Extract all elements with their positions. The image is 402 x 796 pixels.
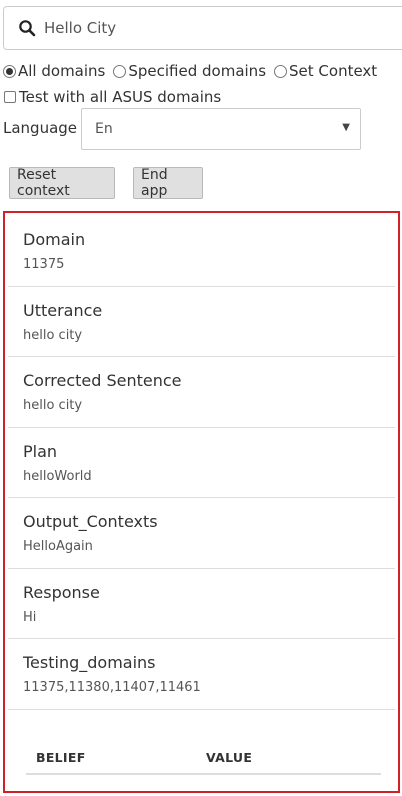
result-item-corrected-sentence: Corrected Sentence hello city bbox=[8, 357, 395, 428]
column-header-value: VALUE bbox=[206, 749, 253, 765]
test-all-domains-option[interactable]: Test with all ASUS domains bbox=[4, 87, 221, 107]
language-label: Language bbox=[3, 119, 78, 137]
result-item-utterance: Utterance hello city bbox=[8, 287, 395, 357]
result-item-plan: Plan helloWorld bbox=[8, 428, 395, 498]
result-item-testing-domains: Testing_domains 11375,11380,11407,11461 bbox=[8, 639, 395, 710]
result-item-domain: Domain 11375 bbox=[8, 216, 395, 287]
result-title: Domain bbox=[23, 230, 86, 249]
result-title: Output_Contexts bbox=[23, 512, 158, 531]
belief-table-header: BELIEF VALUE bbox=[26, 741, 381, 775]
result-title: Plan bbox=[23, 441, 58, 461]
result-title: Utterance bbox=[23, 300, 103, 320]
column-header-belief: BELIEF bbox=[36, 749, 86, 765]
result-value: helloWorld bbox=[23, 468, 92, 484]
search-bar[interactable] bbox=[3, 6, 402, 50]
result-value: HelloAgain bbox=[23, 539, 93, 554]
result-value: hello city bbox=[23, 398, 83, 413]
result-item-response: Response Hi bbox=[8, 569, 395, 639]
test-all-domains-label: Test with all ASUS domains bbox=[19, 88, 222, 106]
radio-all-domains[interactable]: All domains bbox=[3, 62, 105, 80]
test-all-domains-checkbox[interactable] bbox=[4, 91, 16, 103]
result-title: Testing_domains bbox=[23, 653, 156, 672]
radio-button[interactable] bbox=[274, 64, 288, 78]
reset-context-button[interactable]: Reset context bbox=[9, 167, 115, 199]
radio-button[interactable] bbox=[3, 64, 16, 78]
end-app-button[interactable]: End app bbox=[133, 167, 203, 199]
radio-label: Specified domains bbox=[128, 62, 267, 80]
result-title: Corrected Sentence bbox=[23, 371, 182, 390]
chevron-down-icon: ▼ bbox=[342, 122, 350, 133]
result-value: hello city bbox=[23, 327, 83, 343]
language-selected-value: En bbox=[95, 121, 113, 137]
radio-set-context[interactable]: Set Context bbox=[274, 62, 377, 80]
radio-specified-domains[interactable]: Specified domains bbox=[113, 62, 266, 80]
results-panel: Domain 11375 Utterance hello city Correc… bbox=[3, 211, 400, 793]
search-input[interactable] bbox=[44, 19, 374, 37]
radio-button[interactable] bbox=[113, 64, 127, 78]
search-icon bbox=[18, 19, 36, 37]
domain-options: All domains Specified domains Set Contex… bbox=[3, 61, 377, 81]
language-select[interactable]: En ▼ bbox=[81, 108, 361, 150]
result-value: 11375 bbox=[23, 257, 65, 272]
result-value: 11375,11380,11407,11461 bbox=[23, 680, 201, 695]
radio-label: All domains bbox=[18, 62, 106, 80]
result-item-output-contexts: Output_Contexts HelloAgain bbox=[8, 498, 395, 569]
radio-label: Set Context bbox=[289, 62, 378, 80]
result-value: Hi bbox=[23, 609, 37, 625]
result-title: Response bbox=[23, 582, 100, 602]
